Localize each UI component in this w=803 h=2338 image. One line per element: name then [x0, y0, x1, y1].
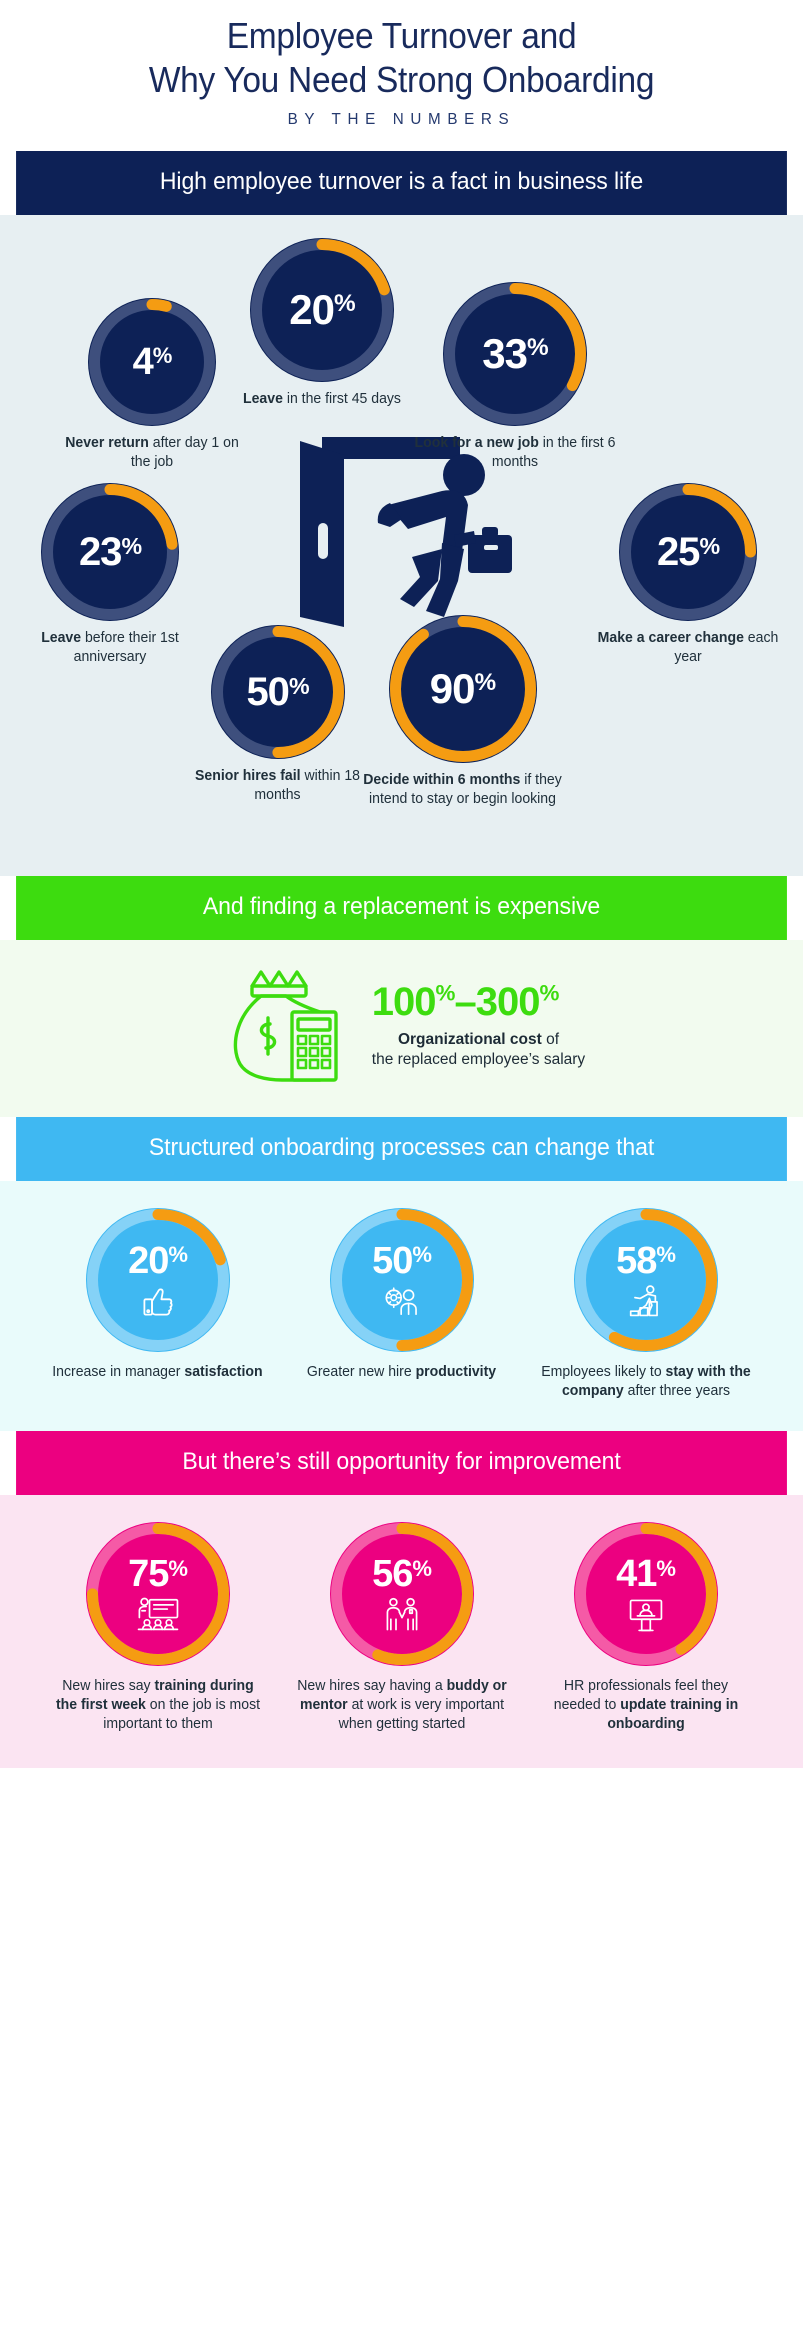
donut-gauge: 20%	[249, 237, 395, 383]
improvement-stat-grid: 75% New hires say training during the fir…	[0, 1521, 803, 1734]
stat-caption: Never return after day 1 on the job	[55, 434, 249, 472]
cost-low-value: 100	[371, 980, 437, 1025]
donut-gauge: 20%	[85, 1207, 231, 1353]
donut-gauge: 90%	[388, 614, 538, 764]
cost-row: 100%–300% Organizational cost of the rep…	[0, 964, 803, 1089]
donut-gauge: 25%	[618, 482, 758, 622]
cost-range-dash: –	[454, 980, 476, 1025]
onboarding-stat-item: 58% Employees likely to stay with the com…	[536, 1207, 756, 1401]
banner-onboarding: Structured onboarding processes can chan…	[16, 1116, 787, 1181]
banner-turnover: High employee turnover is a fact in busi…	[16, 150, 787, 215]
donut-gauge: 23%	[40, 482, 180, 622]
stat-caption: New hires say training during the first …	[51, 1677, 264, 1734]
improvement-stat-item: 75% New hires say training during the fir…	[48, 1521, 268, 1734]
caption-bold: Look for a new job	[414, 434, 539, 451]
cost-high-value: 300	[475, 980, 541, 1025]
caption-rest: before their 1st anniversary	[73, 629, 179, 665]
caption-lead: New hires say having a	[296, 1678, 447, 1695]
panel-improvement: 75% New hires say training during the fir…	[0, 1495, 803, 1769]
turnover-stat-item: 50% Senior hires fail within 18 months	[175, 624, 380, 805]
donut-gauge: 41%	[573, 1521, 719, 1667]
stat-caption: Leave in the first 45 days	[225, 390, 419, 409]
caption-bold: Make a career change	[597, 629, 744, 646]
turnover-stat-cluster: 4% Never return after day 1 on the job 20%…	[0, 229, 803, 854]
page-header: Employee Turnover and Why You Need Stron…	[0, 0, 803, 151]
onboarding-stat-item: 50% Greater new hire productivity	[292, 1207, 512, 1401]
page-subtitle: BY THE NUMBERS	[287, 110, 516, 128]
caption-bold: Leave	[243, 390, 283, 407]
panel-turnover: 4% Never return after day 1 on the job 20%…	[0, 214, 803, 876]
turnover-stat-item: 20% Leave in the first 45 days	[222, 237, 422, 409]
caption-lead: Greater new hire	[306, 1363, 416, 1380]
panel-onboarding: 20% Increase in manager satisfaction 50% Gr…	[0, 1180, 803, 1432]
donut-gauge: 56%	[329, 1521, 475, 1667]
caption-bold: Senior hires fail	[195, 767, 301, 784]
stat-caption: Make a career change each year	[591, 629, 785, 667]
cost-caption-bold: Organizational cost	[397, 1031, 542, 1049]
caption-lead: New hires say	[61, 1678, 154, 1695]
cost-caption-rest: of	[541, 1031, 560, 1049]
turnover-stat-item: 33% Look for a new job in the first 6 mon…	[410, 281, 620, 472]
stat-caption: Look for a new job in the first 6 months	[413, 434, 617, 472]
cost-caption-line2: the replaced employee’s salary	[371, 1051, 586, 1069]
page-title-line-1: Employee Turnover and	[226, 15, 577, 56]
stat-caption: New hires say having a buddy or mentor a…	[295, 1677, 508, 1734]
cost-low-unit: %	[435, 980, 456, 1006]
stat-caption: Senior hires fail within 18 months	[178, 767, 377, 805]
turnover-stat-item: 25% Make a career change each year	[588, 482, 788, 667]
stat-caption: Decide within 6 months if they intend to…	[358, 771, 567, 809]
caption-tail: at work is very important when getting s…	[338, 1697, 504, 1733]
stat-caption: Increase in manager satisfaction	[52, 1363, 262, 1382]
donut-gauge: 50%	[210, 624, 346, 760]
onboarding-stat-grid: 20% Increase in manager satisfaction 50% Gr…	[0, 1207, 803, 1401]
donut-gauge: 50%	[329, 1207, 475, 1353]
turnover-stat-item: 90% Decide within 6 months if they intend…	[355, 614, 570, 809]
caption-bold: satisfaction	[184, 1363, 263, 1380]
onboarding-stat-item: 20% Increase in manager satisfaction	[48, 1207, 268, 1401]
money-bag-calculator-icon	[228, 964, 346, 1089]
caption-lead: Increase in manager	[52, 1363, 185, 1380]
panel-cost: 100%–300% Organizational cost of the rep…	[0, 939, 803, 1117]
stat-caption: Greater new hire productivity	[307, 1363, 496, 1382]
caption-bold: update training in onboarding	[606, 1697, 738, 1733]
donut-gauge: 75%	[85, 1521, 231, 1667]
donut-gauge: 58%	[573, 1207, 719, 1353]
caption-bold: productivity	[415, 1363, 497, 1380]
banner-cost: And finding a replacement is expensive	[16, 875, 787, 940]
caption-bold: Never return	[65, 434, 149, 451]
improvement-stat-item: 41% HR professionals feel they needed to …	[536, 1521, 756, 1734]
caption-lead: Employees likely to	[540, 1363, 666, 1380]
improvement-stat-item: 56% New hires say having a buddy or mento…	[292, 1521, 512, 1734]
caption-rest: in the first 45 days	[282, 390, 401, 407]
donut-gauge: 33%	[442, 281, 588, 427]
banner-improvement: But there’s still opportunity for improv…	[16, 1431, 787, 1496]
stat-caption: HR professionals feel they needed to upd…	[539, 1677, 752, 1734]
donut-gauge: 4%	[87, 297, 217, 427]
cost-caption: Organizational cost of the replaced empl…	[372, 1030, 585, 1070]
page-title-line-2: Why You Need Strong Onboarding	[148, 58, 655, 100]
caption-bold: Decide within 6 months	[363, 771, 521, 788]
stat-caption: Employees likely to stay with the compan…	[539, 1363, 752, 1401]
cost-range-figure: 100%–300%	[372, 982, 585, 1022]
cost-high-unit: %	[539, 980, 559, 1006]
caption-bold: Leave	[41, 629, 82, 646]
caption-tail: after three years	[623, 1382, 730, 1399]
